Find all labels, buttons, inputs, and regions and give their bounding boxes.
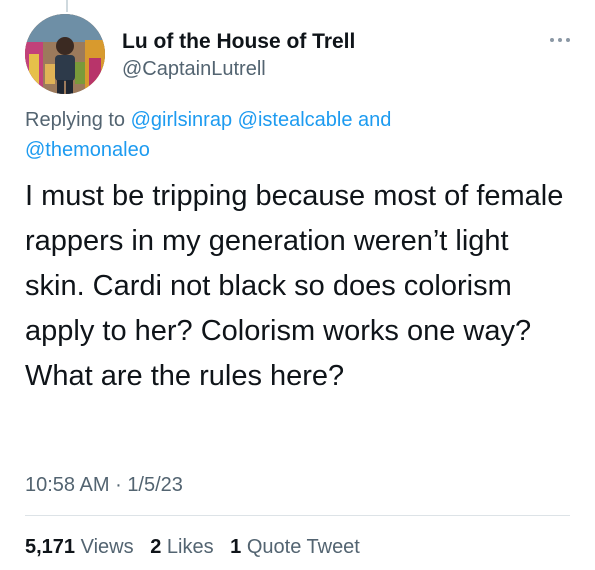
tweet-timestamp[interactable]: 10:58 AM · 1/5/23 [25, 474, 183, 497]
quotes-stat[interactable]: 1 Quote Tweet [230, 536, 360, 558]
likes-stat[interactable]: 2 Likes [150, 536, 219, 558]
author-handle[interactable]: @CaptainLutrell [122, 58, 266, 81]
timestamp-separator: · [115, 474, 122, 496]
mention-link[interactable]: @themonaleo [25, 139, 150, 161]
mention-link[interactable]: @girlsinrap [131, 109, 232, 131]
replying-to-label: Replying to [25, 109, 126, 131]
tweet-time: 10:58 AM [25, 474, 110, 496]
avatar[interactable] [25, 14, 105, 94]
mention-link[interactable]: @istealcable [238, 109, 353, 131]
quotes-count: 1 [230, 536, 242, 558]
thread-connector-line [66, 0, 68, 12]
views-stat[interactable]: 5,171 Views [25, 536, 139, 558]
likes-label: Likes [166, 536, 214, 558]
tweet-text: I must be tripping because most of femal… [25, 180, 564, 392]
views-label: Views [80, 536, 134, 558]
divider [25, 515, 570, 516]
author-name[interactable]: Lu of the House of Trell [122, 30, 355, 54]
quotes-label: Quote Tweet [246, 536, 360, 558]
tweet-date: 1/5/23 [127, 474, 183, 496]
more-options-icon[interactable] [545, 30, 575, 50]
likes-count: 2 [150, 536, 162, 558]
reply-context: Replying to @girlsinrap @istealcable and… [25, 105, 565, 165]
profile-photo [25, 14, 105, 94]
tweet-stats: 5,171 Views 2 Likes 1 Quote Tweet [25, 536, 371, 559]
views-count: 5,171 [25, 536, 76, 558]
mention-joiner: and [358, 109, 392, 131]
